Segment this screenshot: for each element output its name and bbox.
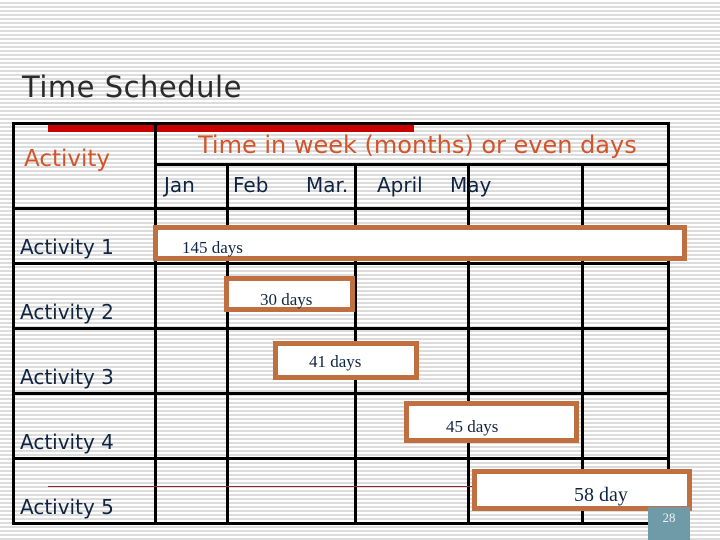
bar-label: 41 days [309, 352, 362, 371]
activity-label: Activity 1 [20, 235, 114, 259]
bar-label: 58 day [574, 484, 628, 506]
row-divider [12, 457, 670, 460]
bar-label: 30 days [260, 290, 313, 309]
gantt-bar-activity-3: 41 days [273, 341, 419, 380]
activity-label: Activity 4 [20, 430, 114, 454]
gantt-bar-activity-5: 58 day [472, 469, 692, 511]
table-border-bottom [12, 522, 670, 525]
month-label-mar: Mar. [306, 173, 349, 197]
table-border-top [12, 122, 670, 125]
column-divider [226, 163, 229, 524]
activity-label: Activity 3 [20, 365, 114, 389]
activity-label: Activity 2 [20, 300, 114, 324]
row-divider [12, 392, 670, 395]
table-border-left [12, 122, 15, 524]
month-label-april: April [377, 173, 423, 197]
time-column-header: Time in week (months) or even days [198, 131, 637, 159]
bar-label: 145 days [182, 238, 243, 257]
slide-title: Time Schedule [22, 70, 242, 104]
month-label-jan: Jan [164, 173, 195, 197]
row-divider [12, 207, 670, 210]
subheader-divider [154, 163, 670, 166]
activity-label: Activity 5 [20, 495, 114, 519]
row-accent-line [48, 486, 473, 487]
gantt-bar-activity-2: 30 days [224, 276, 355, 312]
row-divider [12, 262, 670, 265]
row-divider [12, 327, 670, 330]
activity-column-header: Activity [24, 146, 111, 172]
page-number: 28 [648, 507, 690, 540]
column-divider [467, 163, 470, 524]
month-label-may: May [450, 173, 492, 197]
gantt-bar-activity-4: 45 days [404, 401, 579, 443]
bar-label: 45 days [446, 417, 499, 436]
month-label-feb: Feb [233, 173, 269, 197]
column-divider [154, 122, 157, 524]
gantt-bar-activity-1: 145 days [153, 225, 687, 261]
table-border-right [667, 122, 670, 524]
